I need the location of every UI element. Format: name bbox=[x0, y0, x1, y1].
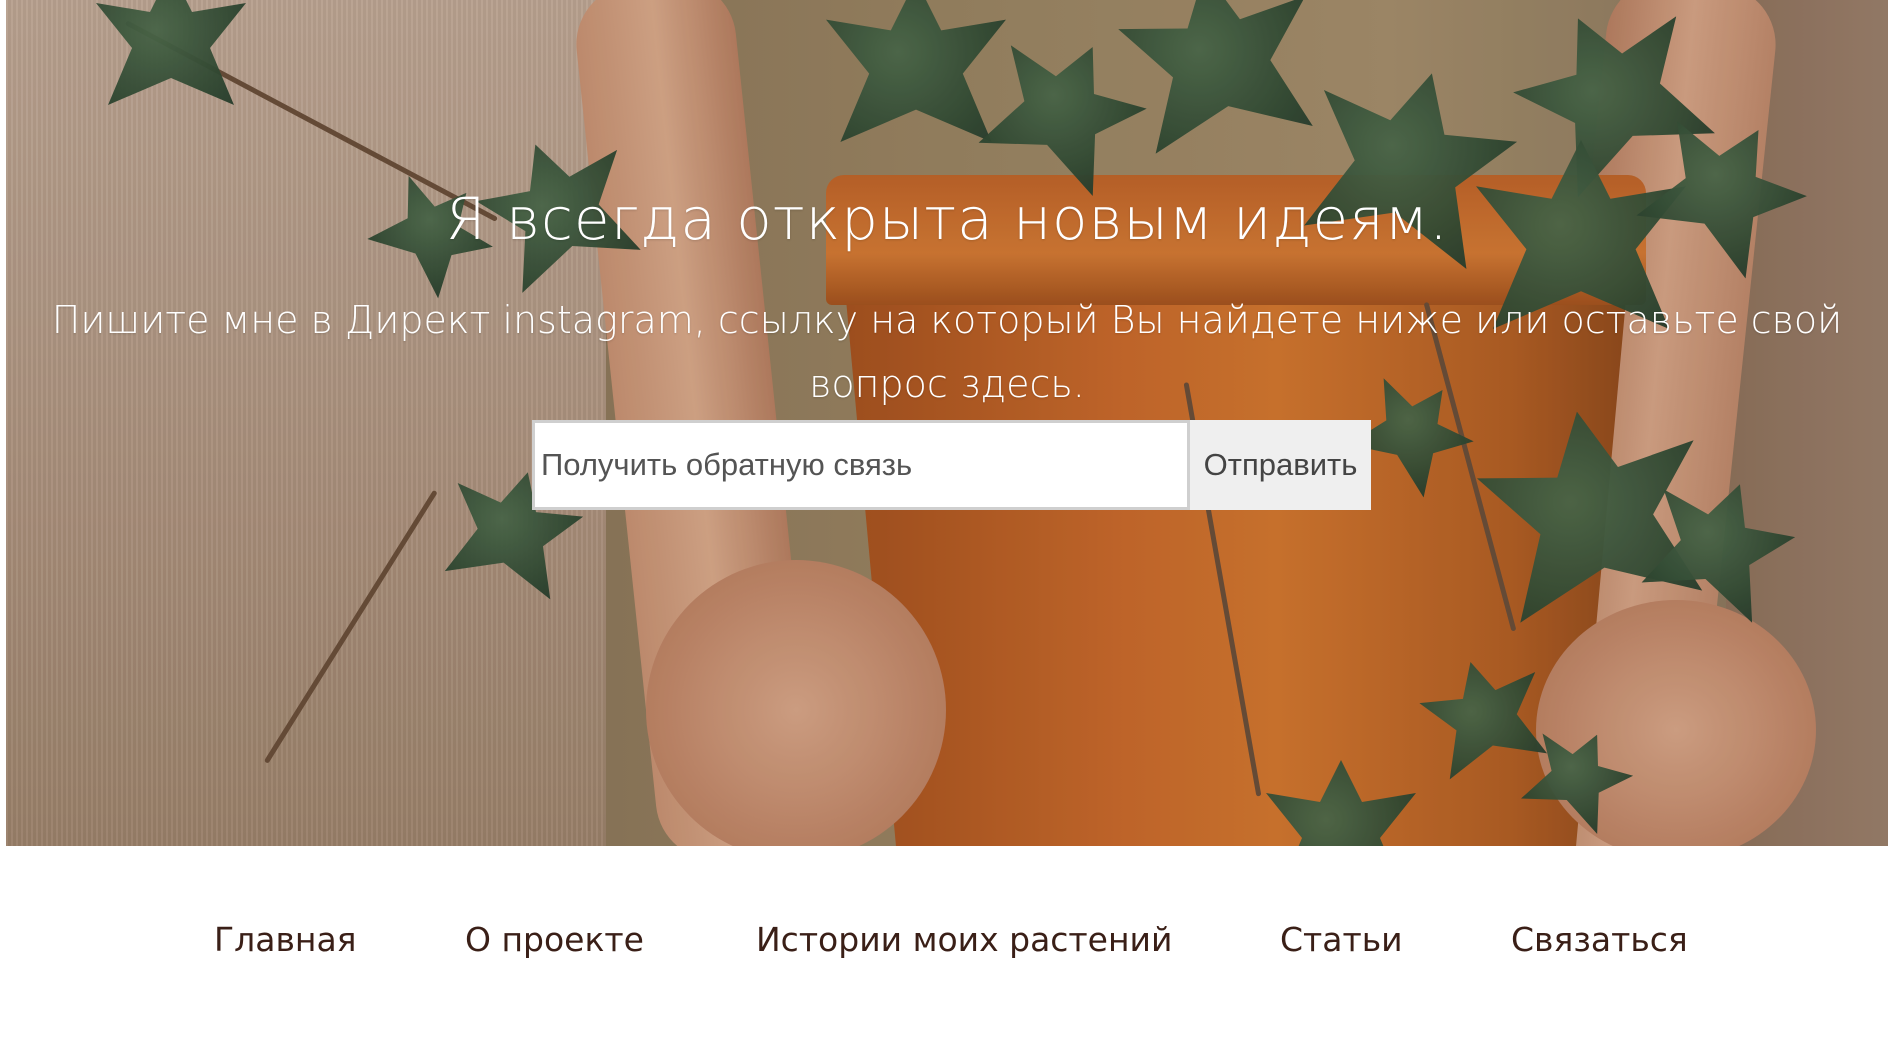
footer-nav: Главная О проекте Истории моих растений … bbox=[0, 920, 1888, 980]
nav-link-home[interactable]: Главная bbox=[214, 920, 357, 959]
feedback-form: Отправить bbox=[532, 420, 1371, 510]
nav-link-about[interactable]: О проекте bbox=[465, 920, 644, 959]
hero-title: Я всегда открыта новым идеям. bbox=[445, 185, 1449, 253]
page: Я всегда открыта новым идеям. Пишите мне… bbox=[0, 0, 1888, 1056]
nav-link-articles[interactable]: Статьи bbox=[1280, 920, 1403, 959]
nav-link-contact[interactable]: Связаться bbox=[1511, 920, 1688, 959]
hero-banner: Я всегда открыта новым идеям. Пишите мне… bbox=[6, 0, 1888, 846]
submit-button[interactable]: Отправить bbox=[1190, 420, 1371, 510]
hero-subtitle: Пишите мне в Директ instagram, ссылку на… bbox=[51, 298, 1843, 406]
nav-link-plant-stories[interactable]: Истории моих растений bbox=[756, 920, 1172, 959]
feedback-input[interactable] bbox=[532, 420, 1190, 510]
